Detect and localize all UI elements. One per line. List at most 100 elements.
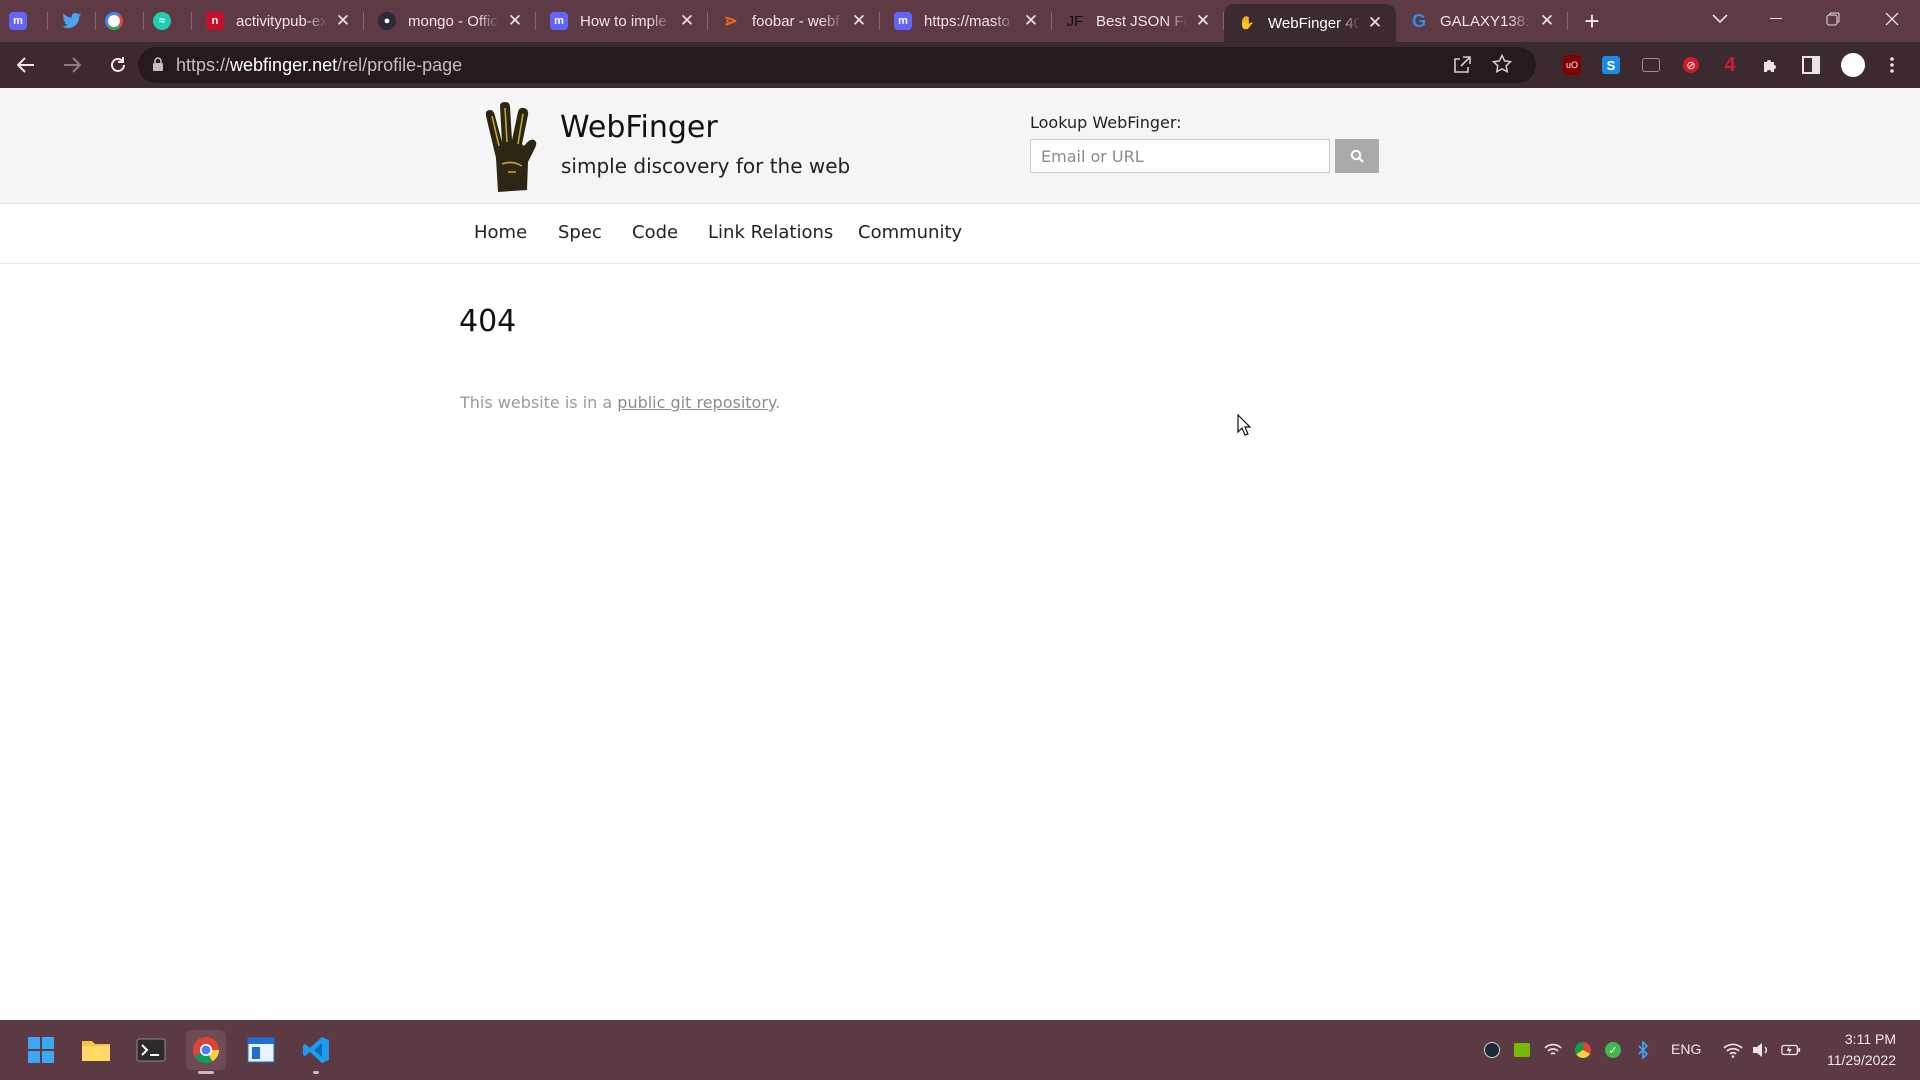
git-repository-link[interactable]: public git repository <box>617 393 775 412</box>
tab-mastodon-url[interactable]: m https://masto ✕ <box>880 0 1052 42</box>
lookup-search-button[interactable] <box>1335 139 1379 173</box>
terminal-button[interactable] <box>131 1030 171 1070</box>
bookmark-button[interactable] <box>1491 53 1513 79</box>
footer-suffix: . <box>775 393 781 412</box>
chevron-down-icon <box>1712 14 1728 24</box>
running-indicator <box>313 1071 319 1074</box>
google-icon <box>105 12 123 30</box>
forward-button[interactable] <box>52 45 92 85</box>
tab-webfinger[interactable]: ✋ WebFinger 40 ✕ <box>1224 4 1396 42</box>
puzzle-icon <box>1764 60 1776 72</box>
extensions-button[interactable] <box>1757 51 1785 79</box>
four-extension[interactable]: 4 <box>1716 51 1744 79</box>
close-icon[interactable]: ✕ <box>1194 11 1212 31</box>
footer-note: This website is in a public git reposito… <box>460 393 780 412</box>
lock-icon <box>152 55 164 76</box>
chrome-tray[interactable] <box>1573 1040 1593 1060</box>
battery-tray[interactable] <box>1781 1040 1801 1060</box>
close-window-button[interactable] <box>1864 0 1920 38</box>
media-extension[interactable] <box>1637 51 1665 79</box>
wifi-share-icon <box>1544 1043 1562 1055</box>
check-icon: ✓ <box>1605 1042 1621 1058</box>
taskbar: ✓ ENG 3:11 PM 11/29/2022 <box>0 1020 1920 1080</box>
s-extension[interactable]: S <box>1597 51 1625 79</box>
share-button[interactable] <box>1452 55 1472 80</box>
close-icon[interactable]: ✕ <box>1538 11 1556 31</box>
check-tray[interactable]: ✓ <box>1603 1040 1623 1060</box>
volume-tray[interactable] <box>1751 1040 1771 1060</box>
vscode-button[interactable] <box>296 1030 336 1074</box>
clock-date[interactable]: 11/29/2022 <box>1816 1052 1896 1068</box>
close-icon[interactable]: ✕ <box>1366 13 1384 33</box>
reload-icon <box>111 57 125 72</box>
tab-activitypub[interactable]: n activitypub-ex ✕ <box>192 0 364 42</box>
chrome-button[interactable] <box>186 1030 226 1074</box>
steam-tray[interactable] <box>1482 1040 1502 1060</box>
nav-community[interactable]: Community <box>858 222 962 243</box>
volume-icon <box>1753 1043 1767 1057</box>
back-button[interactable] <box>6 45 46 85</box>
side-panel-icon <box>1802 56 1820 74</box>
block-extension[interactable]: ⊘ <box>1677 51 1705 79</box>
close-icon[interactable]: ✕ <box>850 11 868 31</box>
close-icon[interactable]: ✕ <box>506 11 524 31</box>
ublock-icon: uO <box>1563 55 1581 75</box>
tab-json-formatter[interactable]: JF Best JSON For ✕ <box>1052 0 1224 42</box>
orange-share-icon: ⋗ <box>724 13 738 30</box>
nav-link-relations[interactable]: Link Relations <box>708 222 833 243</box>
menu-button[interactable] <box>1878 51 1906 79</box>
webfinger-hand-logo <box>485 102 537 192</box>
github-icon: ● <box>378 12 396 30</box>
close-icon[interactable]: ✕ <box>334 11 352 31</box>
url-host: webfinger.net <box>230 54 338 75</box>
error-code-heading: 404 <box>459 304 517 339</box>
windows-start-icon <box>28 1037 54 1063</box>
clock-time[interactable]: 3:11 PM <box>1836 1031 1896 1047</box>
bluetooth-tray[interactable] <box>1633 1040 1653 1060</box>
network-share-tray[interactable] <box>1543 1040 1563 1060</box>
side-panel-button[interactable] <box>1797 51 1825 79</box>
chrome-icon <box>1575 1042 1591 1058</box>
tab-title: GALAXY138: A <box>1440 12 1532 30</box>
search-icon <box>1350 149 1364 163</box>
pinned-tab-google[interactable] <box>96 0 144 42</box>
tab-how-to-implement[interactable]: m How to imple ✕ <box>536 0 708 42</box>
profile-button[interactable] <box>1839 51 1867 79</box>
nvidia-tray[interactable] <box>1512 1040 1532 1060</box>
pinned-tab-twitter[interactable] <box>48 0 96 42</box>
site-tagline: simple discovery for the web <box>561 154 851 178</box>
restore-button[interactable] <box>1805 0 1861 38</box>
pinned-tab-swirl[interactable]: ≈ <box>144 0 192 42</box>
nav-home[interactable]: Home <box>474 222 527 243</box>
tab-mongo[interactable]: ● mongo - Offic ✕ <box>364 0 536 42</box>
nav-spec[interactable]: Spec <box>558 222 602 243</box>
back-arrow-icon <box>17 57 34 73</box>
reload-button[interactable] <box>98 45 138 85</box>
mouse-cursor-icon <box>1237 414 1251 436</box>
address-bar[interactable]: https://webfinger.net/rel/profile-page <box>138 47 1536 83</box>
tab-title: foobar - webf <box>752 12 840 30</box>
wifi-tray[interactable] <box>1723 1040 1743 1060</box>
ublock-extension[interactable]: uO <box>1558 51 1586 79</box>
red-n-icon: n <box>206 12 224 30</box>
tab-search-button[interactable] <box>1692 0 1748 38</box>
lookup-input[interactable] <box>1030 139 1330 173</box>
file-explorer-button[interactable] <box>76 1030 116 1070</box>
bluetooth-icon <box>1638 1041 1649 1059</box>
close-icon[interactable]: ✕ <box>1022 11 1040 31</box>
close-icon[interactable]: ✕ <box>678 11 696 31</box>
tab-foobar[interactable]: ⋗ foobar - webf ✕ <box>708 0 880 42</box>
minimize-button[interactable] <box>1748 0 1804 38</box>
tab-galaxy[interactable]: G GALAXY138: A ✕ <box>1396 0 1568 42</box>
nav-code[interactable]: Code <box>632 222 678 243</box>
mastodon-icon: m <box>550 12 568 30</box>
new-tab-button[interactable]: + <box>1572 0 1612 42</box>
share-icon <box>1454 56 1471 73</box>
running-indicator <box>198 1071 214 1074</box>
notepad-button[interactable] <box>241 1030 281 1070</box>
start-button[interactable] <box>21 1030 61 1070</box>
pinned-tab-mastodon[interactable]: m <box>0 0 48 42</box>
url-path: /rel/profile-page <box>337 54 463 75</box>
language-indicator[interactable]: ENG <box>1671 1041 1701 1057</box>
star-icon <box>1491 53 1513 73</box>
